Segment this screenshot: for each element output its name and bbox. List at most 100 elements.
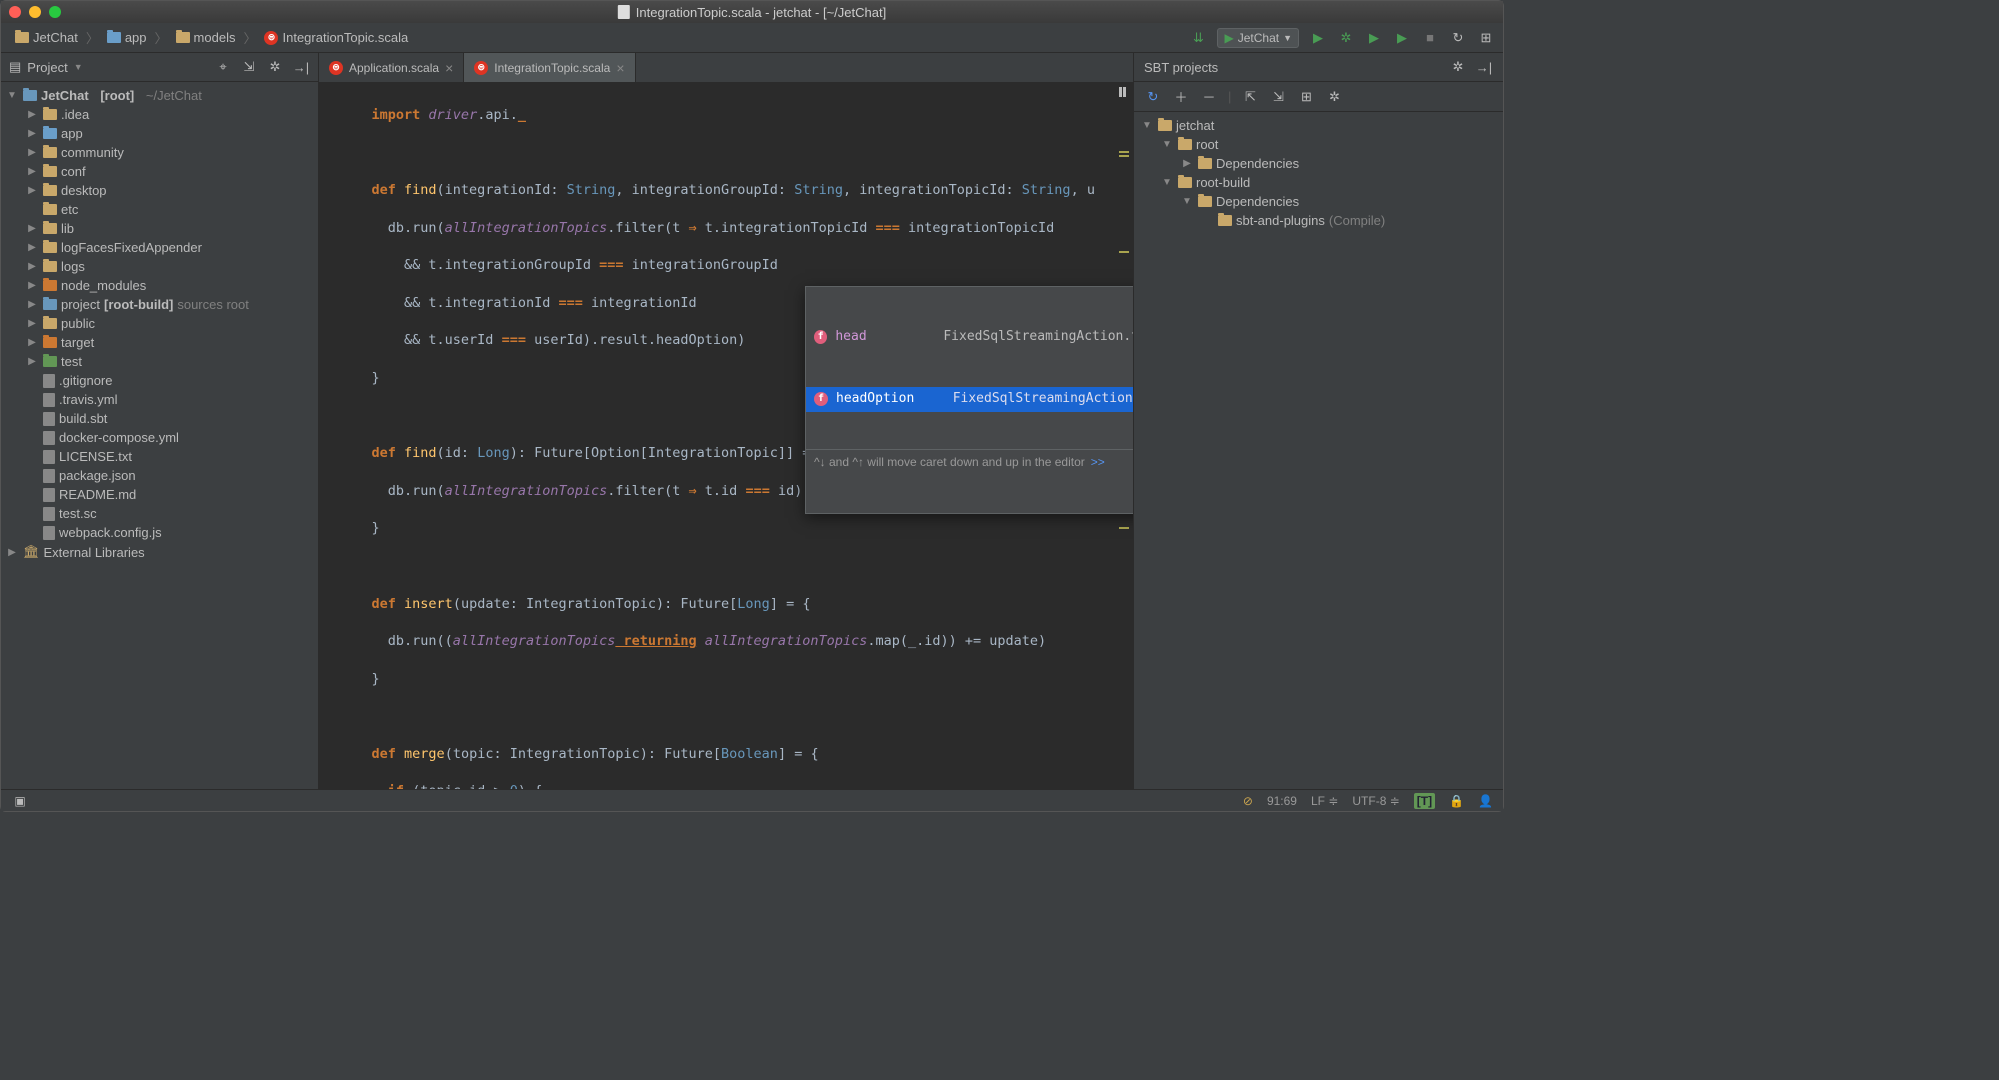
close-tab-icon[interactable]: ×: [616, 60, 624, 76]
expand-arrow-icon[interactable]: ▼: [5, 90, 19, 101]
debug-button[interactable]: ✲: [1337, 29, 1355, 47]
tree-item[interactable]: ▶.idea: [1, 105, 318, 124]
type-aware-indicator[interactable]: [T]: [1414, 793, 1435, 809]
problems-indicator[interactable]: ⊘: [1243, 794, 1253, 808]
show-settings-icon[interactable]: ⊞: [1297, 88, 1315, 106]
breadcrumb-file[interactable]: ⊜IntegrationTopic.scala: [258, 27, 414, 48]
expand-arrow-icon[interactable]: ▶: [1180, 158, 1194, 169]
tree-item[interactable]: ▶project [root-build] sources root: [1, 295, 318, 314]
hide-panel-icon[interactable]: →|: [1475, 58, 1493, 76]
tree-item[interactable]: ▶logs: [1, 257, 318, 276]
expand-arrow-icon[interactable]: ▶: [25, 280, 39, 291]
tree-item[interactable]: ▶test: [1, 352, 318, 371]
expand-arrow-icon[interactable]: ▶: [25, 109, 39, 120]
sbt-tree-item[interactable]: ▼Dependencies: [1134, 192, 1503, 211]
run-configuration-selector[interactable]: ▶ JetChat ▼: [1217, 28, 1299, 48]
tree-item[interactable]: ▶app: [1, 124, 318, 143]
collapse-all-icon[interactable]: ⇲: [240, 58, 258, 76]
collapse-all-icon[interactable]: ⇲: [1269, 88, 1287, 106]
hector-icon[interactable]: 👤: [1478, 794, 1493, 808]
remove-icon[interactable]: －: [1200, 88, 1218, 106]
sbt-tree-item[interactable]: ▶Dependencies: [1134, 154, 1503, 173]
code-completion-popup[interactable]: f head FixedSqlStreamingAction.this.Resu…: [805, 286, 1133, 514]
tree-item[interactable]: .travis.yml: [1, 390, 318, 409]
settings-gear-icon[interactable]: ✲: [1449, 58, 1467, 76]
tree-item[interactable]: build.sbt: [1, 409, 318, 428]
expand-arrow-icon[interactable]: ▶: [25, 242, 39, 253]
sbt-settings-icon[interactable]: ✲: [1325, 88, 1343, 106]
completion-item-headoption[interactable]: f headOption FixedSqlStreamingAction.thi…: [806, 387, 1133, 412]
layout-button[interactable]: ⊞: [1477, 29, 1495, 47]
tree-item[interactable]: docker-compose.yml: [1, 428, 318, 447]
tree-item[interactable]: LICENSE.txt: [1, 447, 318, 466]
scroll-from-source-icon[interactable]: ⌖: [214, 58, 232, 76]
expand-arrow-icon[interactable]: ▶: [25, 318, 39, 329]
chevron-down-icon[interactable]: ▼: [74, 62, 83, 72]
expand-arrow-icon[interactable]: ▼: [1160, 139, 1174, 150]
sbt-tree-item[interactable]: ▼root-build: [1134, 173, 1503, 192]
line-separator[interactable]: LF ≑: [1311, 794, 1338, 808]
close-tab-icon[interactable]: ×: [445, 60, 453, 76]
file-encoding[interactable]: UTF-8 ≑: [1352, 794, 1399, 808]
run-button[interactable]: ▶: [1309, 29, 1327, 47]
expand-arrow-icon[interactable]: ▶: [25, 128, 39, 139]
expand-arrow-icon[interactable]: ▼: [1160, 177, 1174, 188]
sbt-tree-item[interactable]: sbt-and-plugins (Compile): [1134, 211, 1503, 230]
tree-root[interactable]: ▼ JetChat [root] ~/JetChat: [1, 86, 318, 105]
tree-item[interactable]: ▶public: [1, 314, 318, 333]
tool-window-toggle-icon[interactable]: ▣: [11, 792, 29, 810]
completion-item-head[interactable]: f head FixedSqlStreamingAction.this.Resu…: [806, 325, 1133, 350]
stop-button[interactable]: ■: [1421, 29, 1439, 47]
breadcrumb-models[interactable]: models: [170, 27, 242, 48]
tree-item[interactable]: README.md: [1, 485, 318, 504]
expand-arrow-icon[interactable]: ▶: [25, 166, 39, 177]
tree-item[interactable]: package.json: [1, 466, 318, 485]
expand-arrow-icon[interactable]: ▶: [25, 185, 39, 196]
tree-item[interactable]: ▶node_modules: [1, 276, 318, 295]
expand-arrow-icon[interactable]: ▶: [25, 356, 39, 367]
tree-external-libraries[interactable]: ▶ 🏛 External Libraries: [1, 542, 318, 562]
editor-tab-integrationtopic[interactable]: ⊜ IntegrationTopic.scala ×: [464, 53, 635, 82]
make-project-icon[interactable]: ⇊: [1189, 29, 1207, 47]
editor-tab-application[interactable]: ⊜ Application.scala ×: [319, 53, 464, 82]
expand-all-icon[interactable]: ⇱: [1241, 88, 1259, 106]
expand-arrow-icon[interactable]: ▶: [25, 337, 39, 348]
zoom-window-button[interactable]: [49, 6, 61, 18]
sbt-tree-item[interactable]: ▼root: [1134, 135, 1503, 154]
tree-item[interactable]: ▶desktop: [1, 181, 318, 200]
tree-item[interactable]: .gitignore: [1, 371, 318, 390]
close-window-button[interactable]: [9, 6, 21, 18]
breadcrumb-app[interactable]: app: [101, 27, 153, 48]
sbt-root[interactable]: ▼ jetchat: [1134, 116, 1503, 135]
expand-arrow-icon[interactable]: ▶: [5, 547, 19, 558]
tree-item[interactable]: ▶community: [1, 143, 318, 162]
expand-arrow-icon[interactable]: ▶: [25, 223, 39, 234]
completion-hint-link[interactable]: >>: [1091, 453, 1105, 472]
refresh-icon[interactable]: ↻: [1144, 88, 1162, 106]
project-panel-title[interactable]: Project: [27, 60, 67, 75]
caret-position[interactable]: 91:69: [1267, 794, 1297, 808]
soft-wrap-icon[interactable]: [1119, 87, 1129, 97]
tree-item[interactable]: ▶lib: [1, 219, 318, 238]
code-editor[interactable]: import driver.api._ def find(integration…: [319, 83, 1133, 789]
coverage-button[interactable]: ▶: [1365, 29, 1383, 47]
profile-button[interactable]: ▶: [1393, 29, 1411, 47]
lock-icon[interactable]: 🔒: [1449, 794, 1464, 808]
sbt-tree[interactable]: ▼ jetchat ▼root▶Dependencies▼root-build▼…: [1134, 112, 1503, 234]
tree-item[interactable]: etc: [1, 200, 318, 219]
project-tree[interactable]: ▼ JetChat [root] ~/JetChat ▶.idea▶app▶co…: [1, 82, 318, 566]
tree-item[interactable]: webpack.config.js: [1, 523, 318, 542]
expand-arrow-icon[interactable]: ▶: [25, 147, 39, 158]
add-icon[interactable]: ＋: [1172, 88, 1190, 106]
tree-item[interactable]: test.sc: [1, 504, 318, 523]
expand-arrow-icon[interactable]: ▶: [25, 261, 39, 272]
settings-gear-icon[interactable]: ✲: [266, 58, 284, 76]
expand-arrow-icon[interactable]: ▼: [1180, 196, 1194, 207]
breadcrumb-jetchat[interactable]: JetChat: [9, 27, 84, 48]
minimize-window-button[interactable]: [29, 6, 41, 18]
tree-item[interactable]: ▶logFacesFixedAppender: [1, 238, 318, 257]
hide-panel-icon[interactable]: →|: [292, 58, 310, 76]
expand-arrow-icon[interactable]: ▶: [25, 299, 39, 310]
tree-item[interactable]: ▶target: [1, 333, 318, 352]
reload-button[interactable]: ↻: [1449, 29, 1467, 47]
